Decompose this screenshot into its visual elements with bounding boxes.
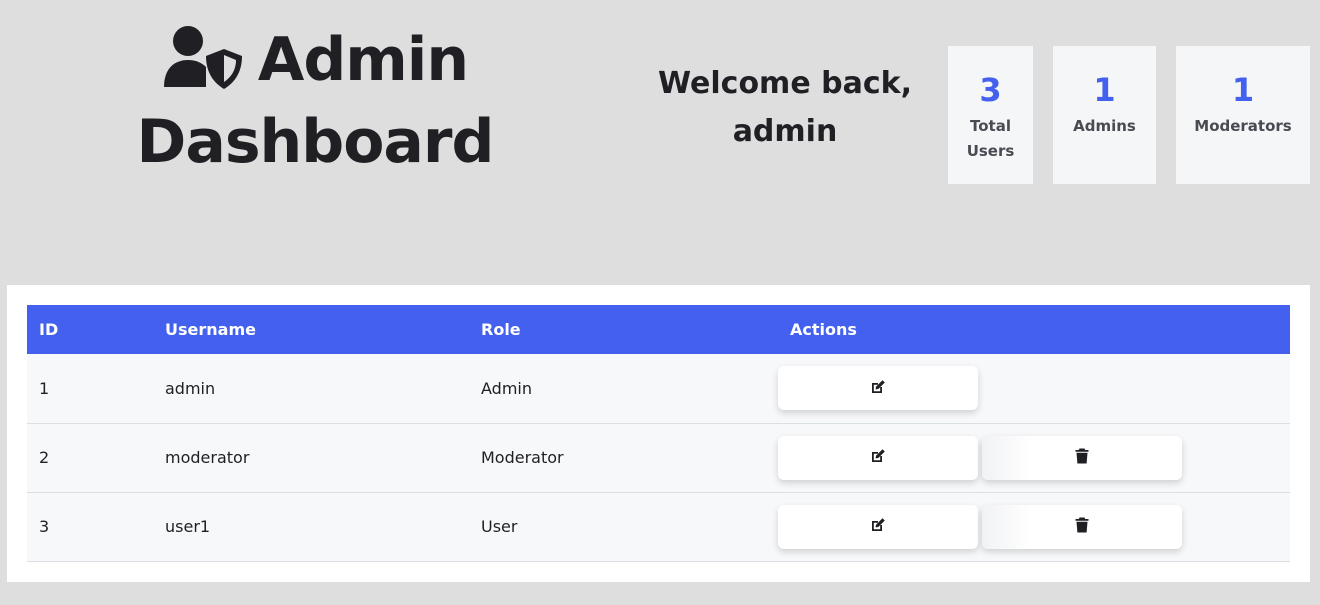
edit-icon [870, 448, 886, 467]
column-header-username: Username [165, 320, 256, 339]
cell-username: moderator [165, 448, 250, 467]
page-title-line1: Admin [120, 24, 510, 96]
page-title: Admin Dashboard [120, 24, 510, 192]
cell-username: user1 [165, 517, 211, 536]
column-header-id: ID [39, 320, 59, 339]
cell-username: admin [165, 378, 216, 398]
stat-card-admins: 1 Admins [1053, 46, 1156, 184]
trash-icon [1075, 517, 1089, 536]
cell-role: Admin [481, 378, 532, 398]
delete-button[interactable] [982, 435, 1182, 480]
row-actions [778, 435, 1290, 480]
cell-actions [778, 423, 1290, 492]
stat-card-total-users: 3 Total Users [948, 46, 1033, 184]
stat-card-moderators: 1 Moderators [1176, 46, 1310, 184]
cell-actions [778, 354, 1290, 423]
cell-id: 1 [39, 378, 50, 398]
stat-value: 1 [1093, 71, 1116, 109]
delete-button[interactable] [982, 504, 1182, 549]
cell-actions [778, 492, 1290, 561]
page-title-text: Admin [257, 25, 469, 95]
cell-id: 2 [39, 448, 50, 467]
trash-icon [1075, 448, 1089, 467]
users-panel: ID Username Role Actions 1 admin Admin 2… [7, 285, 1310, 582]
edit-button[interactable] [778, 435, 978, 480]
table-row: 1 admin Admin [27, 354, 1290, 423]
table-header-row: ID Username Role Actions [27, 305, 1290, 354]
row-actions [778, 366, 1290, 411]
cell-role: User [481, 517, 518, 536]
user-shield-icon [162, 25, 244, 95]
row-actions [778, 504, 1290, 549]
edit-button[interactable] [778, 366, 978, 411]
column-header-role: Role [481, 320, 521, 339]
stat-label: Moderators [1194, 117, 1292, 135]
stat-label: Total Users [966, 117, 1015, 160]
stat-label: Admins [1073, 117, 1136, 135]
column-header-actions: Actions [790, 320, 857, 339]
page-title-subtext: Dashboard [136, 107, 495, 177]
edit-button[interactable] [778, 504, 978, 549]
stat-value: 3 [979, 71, 1002, 109]
welcome-message: Welcome back, admin [658, 66, 912, 149]
edit-icon [870, 517, 886, 536]
edit-icon [870, 379, 886, 398]
cell-id: 3 [39, 517, 50, 536]
cell-role: Moderator [481, 448, 564, 467]
stat-value: 1 [1231, 71, 1255, 109]
users-table: ID Username Role Actions 1 admin Admin 2… [27, 305, 1290, 562]
table-row: 3 user1 User [27, 492, 1290, 561]
table-row: 2 moderator Moderator [27, 423, 1290, 492]
